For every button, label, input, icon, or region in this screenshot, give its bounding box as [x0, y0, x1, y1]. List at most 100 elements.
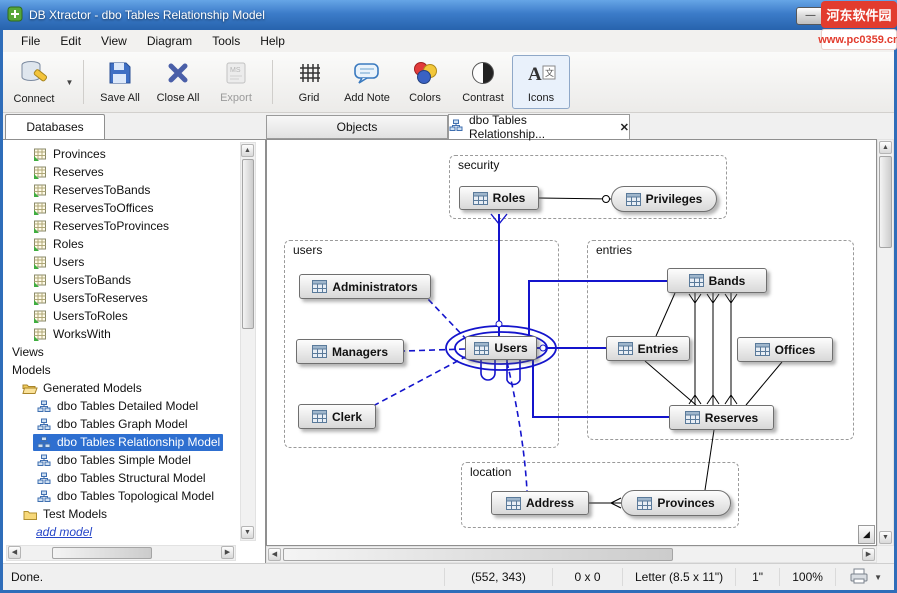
scroll-right-icon[interactable]: ▶	[862, 548, 875, 561]
entity-roles[interactable]: Roles	[459, 186, 539, 210]
entity-offices[interactable]: Offices	[737, 337, 833, 362]
selection-size: 0 x 0	[552, 568, 622, 587]
tree-item-reservestooffices[interactable]: ReservesToOffices	[7, 199, 233, 217]
entity-managers[interactable]: Managers	[296, 339, 404, 364]
sidebar-vertical-scrollbar[interactable]: ▲ ▼	[240, 142, 256, 541]
tab-objects[interactable]: Objects	[266, 115, 448, 139]
zoom-level[interactable]: 100%	[779, 568, 835, 587]
tree-item-models[interactable]: Models	[7, 361, 233, 379]
tree-item-provinces[interactable]: Provinces	[7, 145, 233, 163]
document-tabs: Objects dbo Tables Relationship... ✕	[266, 113, 894, 139]
tree-item-dbo-tables-topological-model[interactable]: dbo Tables Topological Model	[7, 487, 233, 505]
tree-item-roles[interactable]: Roles	[7, 235, 233, 253]
tree-item-label: Test Models	[43, 507, 107, 521]
entity-bands[interactable]: Bands	[667, 268, 767, 293]
tab-model[interactable]: dbo Tables Relationship... ✕	[448, 114, 630, 139]
connect-dropdown-icon[interactable]: ▼	[63, 55, 76, 109]
contrast-button[interactable]: Contrast	[454, 55, 512, 109]
entity-users[interactable]: Users	[465, 336, 537, 360]
tree-item-label: Views	[12, 345, 44, 359]
tree-item-dbo-tables-structural-model[interactable]: dbo Tables Structural Model	[7, 469, 233, 487]
tree-item-dbo-tables-relationship-model[interactable]: dbo Tables Relationship Model	[7, 433, 233, 451]
entity-privileges[interactable]: Privileges	[611, 186, 717, 212]
paper-size[interactable]: Letter (8.5 x 11")	[622, 568, 735, 587]
printer-button[interactable]: ▼	[835, 568, 894, 587]
scroll-thumb[interactable]	[242, 159, 254, 329]
icons-label: Icons	[528, 92, 554, 104]
sidebar: Databases ProvincesReservesReservesToBan…	[3, 113, 266, 563]
add-note-icon	[353, 60, 381, 89]
folder-open-icon	[22, 382, 38, 395]
scroll-thumb[interactable]	[283, 548, 673, 561]
table-icon	[32, 310, 48, 323]
add-note-button[interactable]: Add Note	[338, 55, 396, 109]
canvas-vertical-scrollbar[interactable]: ▲ ▼	[877, 139, 894, 546]
tree-item-views[interactable]: Views	[7, 343, 233, 361]
tree-item-dbo-tables-detailed-model[interactable]: dbo Tables Detailed Model	[7, 397, 233, 415]
tree-item-reserves[interactable]: Reserves	[7, 163, 233, 181]
sidebar-horizontal-scrollbar[interactable]: ◀ ▶	[6, 545, 236, 561]
entity-reserves[interactable]: Reserves	[669, 405, 774, 430]
tree-item-add-model[interactable]: add model	[7, 523, 233, 541]
tree-item-userstobands[interactable]: UsersToBands	[7, 271, 233, 289]
tree-item-label: ReservesToProvinces	[53, 219, 169, 233]
table-icon	[32, 256, 48, 269]
entity-administrators[interactable]: Administrators	[299, 274, 431, 299]
menu-diagram[interactable]: Diagram	[137, 31, 202, 51]
connect-label: Connect	[14, 93, 55, 105]
canvas-horizontal-scrollbar[interactable]: ◀ ▶	[266, 546, 877, 563]
menu-edit[interactable]: Edit	[50, 31, 91, 51]
tree-item-dbo-tables-graph-model[interactable]: dbo Tables Graph Model	[7, 415, 233, 433]
tree-item-workswith[interactable]: WorksWith	[7, 325, 233, 343]
menu-view[interactable]: View	[91, 31, 137, 51]
icons-button[interactable]: A文 Icons	[512, 55, 570, 109]
entity-address[interactable]: Address	[491, 491, 589, 515]
scroll-left-icon[interactable]: ◀	[268, 548, 281, 561]
export-button[interactable]: MS Export	[207, 55, 265, 109]
scroll-right-icon[interactable]: ▶	[221, 546, 234, 559]
tree-item-test-models[interactable]: Test Models	[7, 505, 233, 523]
entity-label: Offices	[775, 343, 816, 357]
close-all-button[interactable]: Close All	[149, 55, 207, 109]
grid-button[interactable]: Grid	[280, 55, 338, 109]
menu-help[interactable]: Help	[250, 31, 295, 51]
margin-value[interactable]: 1"	[735, 568, 779, 587]
scroll-up-icon[interactable]: ▲	[879, 141, 892, 154]
tree-item-generated-models[interactable]: Generated Models	[7, 379, 233, 397]
scroll-down-icon[interactable]: ▼	[879, 531, 892, 544]
menu-tools[interactable]: Tools	[202, 31, 250, 51]
model-icon	[36, 490, 52, 503]
entity-entries[interactable]: Entries	[606, 336, 690, 361]
diagram-canvas[interactable]: securityusersentrieslocation	[266, 139, 877, 546]
toolbar: Connect ▼ Save All Close All MS Export	[3, 52, 894, 113]
entity-provinces[interactable]: Provinces	[621, 490, 731, 516]
tree-item-reservestoprovinces[interactable]: ReservesToProvinces	[7, 217, 233, 235]
connect-button[interactable]: Connect	[5, 55, 63, 109]
scroll-left-icon[interactable]: ◀	[8, 546, 21, 559]
tab-model-label: dbo Tables Relationship...	[469, 113, 604, 141]
scroll-down-icon[interactable]: ▼	[241, 526, 254, 539]
model-diagram-icon	[449, 119, 463, 135]
scroll-up-icon[interactable]: ▲	[241, 144, 254, 157]
model-icon	[36, 454, 52, 467]
diagram-overview-button[interactable]: ◢	[858, 525, 875, 544]
tree-item-users[interactable]: Users	[7, 253, 233, 271]
title-bar[interactable]: DB Xtractor - dbo Tables Relationship Mo…	[0, 0, 897, 30]
tree-item-reservestobands[interactable]: ReservesToBands	[7, 181, 233, 199]
tree-item-label: dbo Tables Topological Model	[57, 489, 214, 503]
tree-item-userstoroles[interactable]: UsersToRoles	[7, 307, 233, 325]
entity-clerk[interactable]: Clerk	[298, 404, 376, 429]
scroll-thumb[interactable]	[52, 547, 152, 559]
export-label: Export	[220, 92, 252, 104]
tree-item-label: UsersToRoles	[53, 309, 128, 323]
grid-icon	[296, 60, 322, 89]
tree-item-dbo-tables-simple-model[interactable]: dbo Tables Simple Model	[7, 451, 233, 469]
menu-file[interactable]: File	[11, 31, 50, 51]
colors-button[interactable]: Colors	[396, 55, 454, 109]
save-all-button[interactable]: Save All	[91, 55, 149, 109]
tree-item-userstoreserves[interactable]: UsersToReserves	[7, 289, 233, 307]
tab-databases[interactable]: Databases	[5, 114, 105, 139]
tab-close-icon[interactable]: ✕	[620, 121, 629, 134]
table-icon	[32, 292, 48, 305]
scroll-thumb[interactable]	[879, 156, 892, 248]
